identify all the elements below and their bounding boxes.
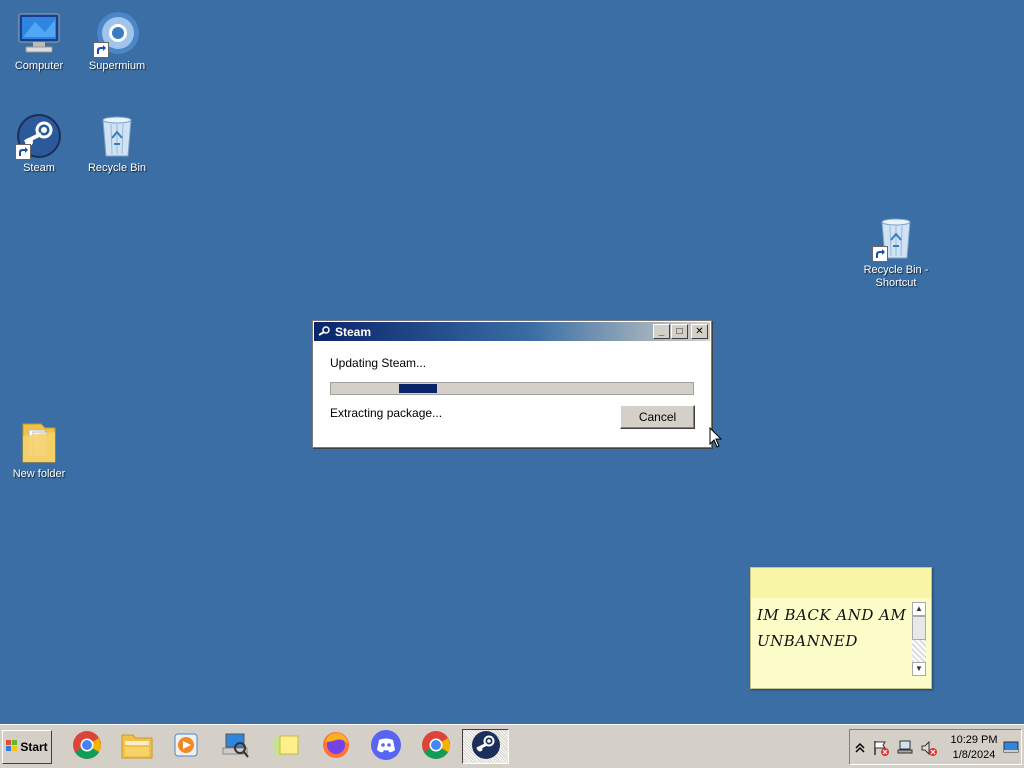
status-subtitle: Extracting package... [330, 406, 443, 420]
desktop-icon-computer[interactable]: Computer [0, 10, 78, 73]
computer-icon [15, 10, 63, 58]
clock-time[interactable]: 10:29 PM [946, 734, 1002, 746]
show-desktop-icon[interactable] [1003, 739, 1021, 757]
windows-logo-icon [6, 739, 18, 755]
discord-icon [370, 729, 402, 764]
taskbar-steam[interactable] [462, 729, 509, 764]
show-hidden-icons-icon[interactable] [854, 739, 872, 757]
sticky-note-header[interactable] [751, 568, 931, 598]
scroll-down-icon[interactable]: ▼ [912, 662, 926, 676]
desktop-icon-label: Recycle Bin [87, 162, 147, 174]
steam-icon [471, 730, 501, 763]
recycle-bin-icon [872, 214, 920, 262]
system-tray: 10:29 PM 1/8/2024 [849, 729, 1022, 765]
maximize-button[interactable]: □ [671, 324, 688, 339]
scroll-track[interactable] [912, 640, 926, 662]
dialog-titlebar[interactable]: Steam _ □ ✕ [314, 322, 710, 341]
file-explorer-icon [121, 731, 153, 762]
network-icon[interactable] [896, 739, 914, 757]
sticky-note-scrollbar[interactable]: ▲ ▼ [912, 602, 926, 676]
steam-icon [317, 325, 331, 339]
desktop-icon-new-folder[interactable]: New folder [0, 418, 78, 481]
close-icon: ✕ [695, 325, 704, 337]
dialog-title: Steam [335, 324, 372, 339]
close-button[interactable]: ✕ [691, 324, 708, 339]
desktop-icon-label: Recycle Bin - Shortcut [863, 264, 929, 289]
start-button[interactable]: Start [2, 730, 52, 764]
start-label: Start [20, 740, 48, 754]
action-center-icon[interactable] [872, 739, 890, 757]
shortcut-arrow-icon [15, 144, 31, 160]
recycle-bin-icon [93, 112, 141, 160]
scroll-thumb[interactable] [912, 616, 926, 640]
steam-update-dialog: Steam _ □ ✕ Updating Steam... Extracting… [312, 320, 712, 448]
scroll-up-icon[interactable]: ▲ [912, 602, 926, 616]
taskbar: Start 10:29 PM 1/8/2024 [0, 724, 1024, 768]
steam-icon [15, 112, 63, 160]
taskbar-network-search[interactable] [211, 729, 258, 764]
folder-icon [15, 418, 63, 466]
maximize-icon: □ [676, 325, 683, 337]
desktop-icon-label: Steam [23, 162, 55, 174]
desktop-icon-label: Supermium [88, 60, 146, 72]
taskbar-file-explorer[interactable] [113, 729, 160, 764]
cancel-button[interactable]: Cancel [620, 405, 695, 429]
media-player-icon [171, 731, 201, 762]
chrome-icon [421, 730, 451, 763]
desktop-icon-label: Computer [14, 60, 64, 72]
taskbar-discord[interactable] [362, 729, 409, 764]
shortcut-arrow-icon [872, 246, 888, 262]
taskbar-media-player[interactable] [162, 729, 209, 764]
progress-indicator [399, 384, 437, 393]
clock-date[interactable]: 1/8/2024 [946, 749, 1002, 761]
network-search-icon [220, 730, 250, 763]
chrome-icon [72, 730, 102, 763]
taskbar-firefox[interactable] [312, 729, 359, 764]
minimize-button[interactable]: _ [653, 324, 670, 339]
desktop-icon-steam[interactable]: Steam [0, 112, 78, 175]
desktop-icon-label: New folder [12, 468, 66, 480]
sticky-note[interactable]: IM BACK AND AM UNBANNED ▲ ▼ [750, 567, 932, 689]
firefox-icon [321, 730, 351, 763]
supermium-icon [93, 10, 141, 58]
status-title: Updating Steam... [330, 356, 427, 370]
progress-bar [330, 382, 694, 395]
desktop-icon-recycle-bin[interactable]: Recycle Bin [78, 112, 156, 175]
shortcut-arrow-icon [93, 42, 109, 58]
taskbar-sticky-notes[interactable] [262, 729, 309, 764]
minimize-icon: _ [658, 325, 665, 337]
taskbar-chrome-2[interactable] [412, 729, 459, 764]
sticky-notes-icon [271, 731, 301, 762]
volume-muted-icon[interactable] [920, 739, 938, 757]
taskbar-chrome[interactable] [63, 729, 110, 764]
sticky-note-text[interactable]: IM BACK AND AM UNBANNED [757, 602, 907, 654]
desktop-icon-recycle-bin-shortcut[interactable]: Recycle Bin - Shortcut [856, 214, 936, 290]
desktop-icon-supermium[interactable]: Supermium [78, 10, 156, 73]
mouse-cursor-icon [709, 426, 723, 452]
